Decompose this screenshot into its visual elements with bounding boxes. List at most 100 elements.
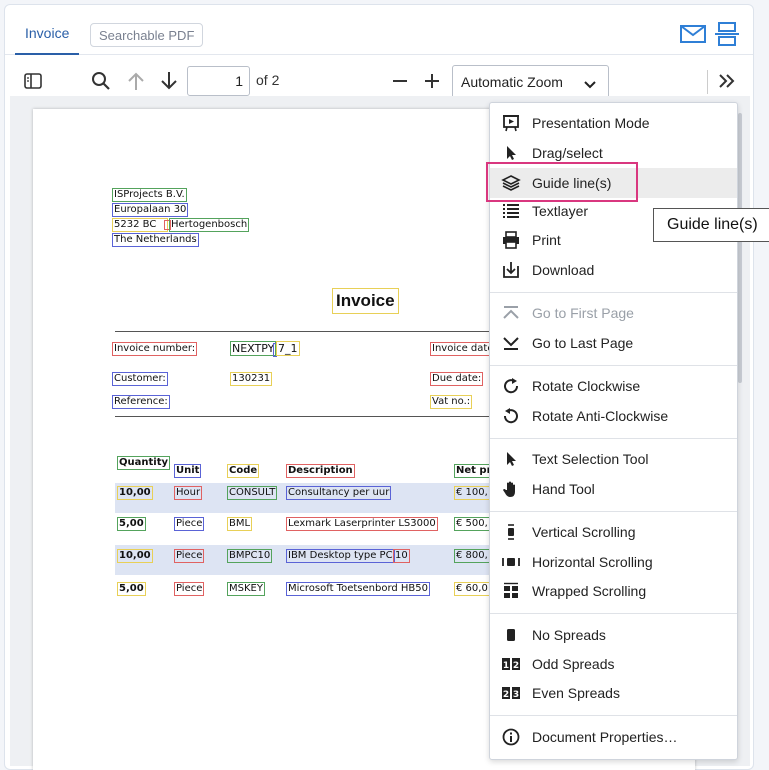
odd-spreads-icon: 12 [490,657,532,671]
first-page-icon [490,305,532,321]
row-2-quantity: 5,00 [117,517,146,531]
menu-item-label: Even Spreads [532,685,620,701]
menu-item-label: Go to Last Page [532,335,634,351]
row-3-code: BMPC10 [227,549,273,563]
last-page-icon [490,335,532,351]
mail-icon[interactable] [679,21,707,47]
invoice-number-suffix: 7_1 [276,341,300,356]
invoice-number-label: Invoice number: [112,342,198,356]
even-spreads-icon: 23 [490,686,532,700]
sender-city: Hertogenbosch [169,218,250,232]
row-2-description: Lexmark Laserprinter LS3000 [286,517,438,531]
previous-page-icon[interactable] [124,66,148,96]
menu-item-label: Odd Spreads [532,656,615,672]
printer-icon [490,231,532,249]
toolbar-divider [707,70,708,94]
menu-item-label: Print [532,232,561,248]
tooltip: Guide line(s) [653,208,769,242]
search-icon[interactable] [89,66,113,96]
no-spreads-icon [490,628,532,642]
menu-item-horizontal-scrolling[interactable]: Horizontal Scrolling [490,548,737,576]
cursor-icon [490,451,532,467]
svg-text:2: 2 [513,661,519,671]
row-4-unit: Piece [174,582,205,596]
menu-item-label: No Spreads [532,627,606,643]
menu-item-document-properties[interactable]: Document Properties… [490,723,737,751]
zoom-in-icon[interactable] [420,66,444,96]
invoice-date-label: Invoice date [430,342,496,356]
menu-item-download[interactable]: Download [490,256,737,284]
row-4-price: € 60,0 [454,582,490,596]
wrapped-scroll-icon [490,582,532,600]
menu-item-label: Presentation Mode [532,115,650,131]
row-4-description: Microsoft Toetsenbord HB50 [286,582,431,596]
menu-item-label: Document Properties… [532,729,678,745]
customer-value: 130231 [230,372,273,386]
tools-menu-toggle-icon[interactable] [713,66,741,96]
invoice-number-value: NEXTPY [230,341,277,356]
menu-item-label: Wrapped Scrolling [532,583,647,599]
next-page-icon[interactable] [157,66,181,96]
menu-item-hand-tool[interactable]: Hand Tool [490,475,737,503]
menu-item-rotate-anticlockwise[interactable]: Rotate Anti-Clockwise [490,402,737,430]
menu-item-wrapped-scrolling[interactable]: Wrapped Scrolling [490,577,737,605]
hand-icon [490,480,532,498]
rotate-anticlockwise-icon [490,407,532,425]
menu-item-no-spreads[interactable]: No Spreads [490,621,737,649]
menu-item-last-page[interactable]: Go to Last Page [490,329,737,357]
svg-text:1: 1 [503,661,509,671]
tab-bar: Invoice Searchable PDF [5,5,753,55]
menu-item-label: Textlayer [532,203,589,219]
sender-name: ISProjects B.V. [112,188,187,202]
column-unit: Unit [174,464,202,478]
customer-label: Customer: [112,372,168,386]
sender-country: The Netherlands [112,233,199,247]
menu-separator [490,438,737,439]
row-3-price: € 800, [454,549,490,563]
row-2-code: BML [227,517,253,531]
page-scrollbar[interactable] [738,113,742,383]
menu-item-first-page[interactable]: Go to First Page [490,299,737,327]
menu-item-presentation-mode[interactable]: Presentation Mode [490,109,737,137]
menu-separator [490,511,737,512]
row-4-code: MSKEY [227,582,265,596]
zoom-select-value: Automatic Zoom [461,74,563,90]
page-number-input[interactable]: 1 [187,66,250,96]
menu-separator [490,365,737,366]
print-layout-icon[interactable] [713,21,741,47]
menu-item-vertical-scrolling[interactable]: Vertical Scrolling [490,518,737,546]
menu-item-label: Hand Tool [532,481,595,497]
reference-label: Reference: [112,395,170,409]
column-quantity: Quantity [117,456,170,470]
row-2-price: € 500, [454,517,490,531]
tab-searchable-pdf[interactable]: Searchable PDF [90,23,204,47]
cursor-icon [490,145,532,161]
zoom-out-icon[interactable] [388,66,412,96]
list-icon [490,203,532,219]
menu-separator [490,292,737,293]
column-code: Code [227,464,260,478]
rotate-clockwise-icon [490,377,532,395]
horizontal-scroll-icon [490,555,532,569]
zoom-select[interactable]: Automatic Zoom [452,65,609,99]
menu-item-label: Drag/select [532,145,603,161]
row-1-unit: Hour [174,486,203,500]
menu-item-even-spreads[interactable]: 23 Even Spreads [490,679,737,707]
sidebar-toggle-icon[interactable] [21,66,45,96]
menu-item-label: Go to First Page [532,305,634,321]
guide-lines-highlight [486,162,638,202]
menu-item-label: Download [532,262,595,278]
menu-separator [490,613,737,614]
menu-item-odd-spreads[interactable]: 12 Odd Spreads [490,650,737,678]
due-date-label: Due date: [430,372,484,386]
menu-item-rotate-clockwise[interactable]: Rotate Clockwise [490,372,737,400]
tab-invoice[interactable]: Invoice [15,19,80,55]
vertical-scroll-icon [490,523,532,541]
row-3-unit: Piece [174,549,205,563]
row-3-description: IBM Desktop type PC [286,549,395,563]
column-description: Description [286,464,355,478]
menu-item-label: Rotate Clockwise [532,378,641,394]
sender-postcode: 5232 BC [112,218,168,232]
menu-item-text-selection-tool[interactable]: Text Selection Tool [490,445,737,473]
row-1-quantity: 10,00 [117,486,153,500]
